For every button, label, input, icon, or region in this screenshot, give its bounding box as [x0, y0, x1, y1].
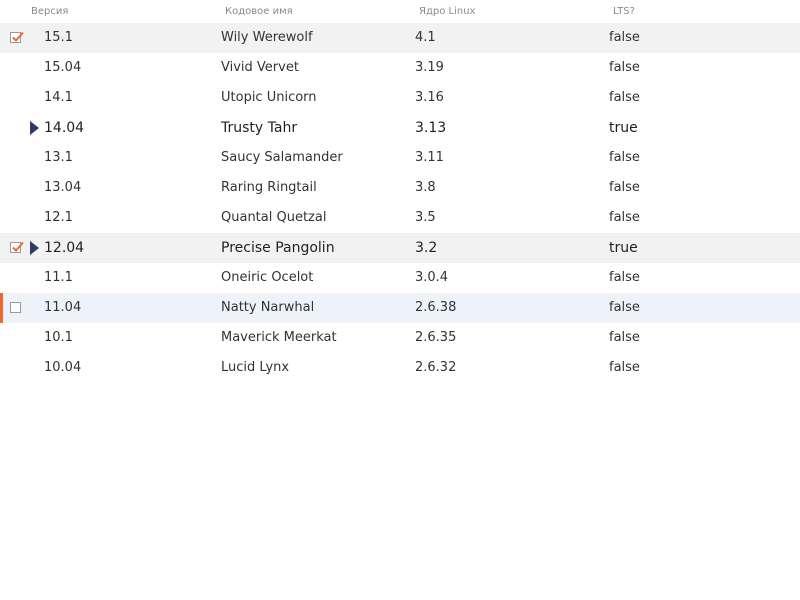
table-row[interactable]: 15.04 Vivid Vervet 3.19 false — [0, 53, 800, 83]
cell-codename: Saucy Salamander — [221, 150, 343, 165]
cell-version: 10.1 — [44, 330, 73, 345]
cell-codename: Natty Narwhal — [221, 300, 315, 315]
cell-kernel: 2.6.38 — [415, 300, 457, 315]
cell-codename: Precise Pangolin — [221, 240, 335, 256]
focus-indicator — [0, 293, 3, 323]
check-icon — [12, 241, 24, 252]
cell-version: 14.04 — [44, 120, 85, 136]
cell-codename: Vivid Vervet — [221, 60, 299, 75]
cell-codename: Trusty Tahr — [221, 120, 298, 136]
table-row[interactable]: 12.04 Precise Pangolin 3.2 true — [0, 233, 800, 263]
cell-version: 14.1 — [44, 90, 73, 105]
row-checkbox[interactable] — [10, 302, 21, 313]
cell-version: 10.04 — [44, 360, 82, 375]
column-header-lts[interactable]: LTS? — [613, 6, 635, 17]
cell-kernel: 3.19 — [415, 60, 444, 75]
cell-kernel: 3.0.4 — [415, 270, 449, 285]
table-row[interactable]: 12.1 Quantal Quetzal 3.5 false — [0, 203, 800, 233]
cell-kernel: 3.8 — [415, 180, 436, 195]
row-checkbox[interactable] — [10, 31, 24, 43]
cell-codename: Raring Ringtail — [221, 180, 317, 195]
table-row[interactable]: 10.04 Lucid Lynx 2.6.32 false — [0, 353, 800, 383]
cell-kernel: 3.2 — [415, 240, 438, 256]
cell-kernel: 2.6.35 — [415, 330, 457, 345]
cell-lts: false — [609, 210, 640, 225]
cell-lts: true — [609, 120, 638, 136]
grid-body: 15.1 Wily Werewolf 4.1 false 15.04 Vivid Verv… — [0, 23, 800, 383]
table-row[interactable]: 15.1 Wily Werewolf 4.1 false — [0, 23, 800, 53]
cell-kernel: 2.6.32 — [415, 360, 457, 375]
cell-codename: Lucid Lynx — [221, 360, 290, 375]
table-row[interactable]: 13.04 Raring Ringtail 3.8 false — [0, 173, 800, 203]
cell-version: 15.1 — [44, 30, 73, 45]
row-checkbox[interactable] — [10, 241, 24, 253]
table-row[interactable]: 13.1 Saucy Salamander 3.11 false — [0, 143, 800, 173]
cell-lts: true — [609, 240, 638, 256]
cell-codename: Utopic Unicorn — [221, 90, 317, 105]
cell-lts: false — [609, 270, 640, 285]
cell-kernel: 3.11 — [415, 150, 444, 165]
cell-version: 13.1 — [44, 150, 73, 165]
cell-lts: false — [609, 300, 640, 315]
cell-version: 13.04 — [44, 180, 82, 195]
expand-arrow-icon[interactable] — [30, 241, 39, 255]
table-row[interactable]: 11.1 Oneiric Ocelot 3.0.4 false — [0, 263, 800, 293]
cell-lts: false — [609, 60, 640, 75]
cell-version: 11.1 — [44, 270, 73, 285]
column-header-version[interactable]: Версия — [31, 6, 68, 17]
grid-header: Версия Кодовое имя Ядро Linux LTS? — [0, 0, 800, 23]
cell-kernel: 4.1 — [415, 30, 436, 45]
table-row[interactable]: 11.04 Natty Narwhal 2.6.38 false — [0, 293, 800, 323]
cell-version: 11.04 — [44, 300, 82, 315]
table-row[interactable]: 10.1 Maverick Meerkat 2.6.35 false — [0, 323, 800, 353]
cell-version: 15.04 — [44, 60, 82, 75]
cell-kernel: 3.16 — [415, 90, 444, 105]
cell-version: 12.1 — [44, 210, 73, 225]
table-row[interactable]: 14.04 Trusty Tahr 3.13 true — [0, 113, 800, 143]
cell-kernel: 3.5 — [415, 210, 436, 225]
table-row[interactable]: 14.1 Utopic Unicorn 3.16 false — [0, 83, 800, 113]
check-icon — [12, 31, 24, 42]
cell-lts: false — [609, 180, 640, 195]
cell-codename: Quantal Quetzal — [221, 210, 327, 225]
cell-codename: Wily Werewolf — [221, 30, 313, 45]
cell-lts: false — [609, 360, 640, 375]
column-header-kernel[interactable]: Ядро Linux — [419, 6, 475, 17]
column-header-codename[interactable]: Кодовое имя — [225, 6, 293, 17]
releases-grid: Версия Кодовое имя Ядро Linux LTS? 15.1 W… — [0, 0, 800, 383]
expand-arrow-icon[interactable] — [30, 121, 39, 135]
cell-lts: false — [609, 30, 640, 45]
cell-lts: false — [609, 150, 640, 165]
cell-lts: false — [609, 330, 640, 345]
cell-codename: Oneiric Ocelot — [221, 270, 314, 285]
cell-kernel: 3.13 — [415, 120, 447, 136]
cell-lts: false — [609, 90, 640, 105]
cell-codename: Maverick Meerkat — [221, 330, 337, 345]
cell-version: 12.04 — [44, 240, 85, 256]
